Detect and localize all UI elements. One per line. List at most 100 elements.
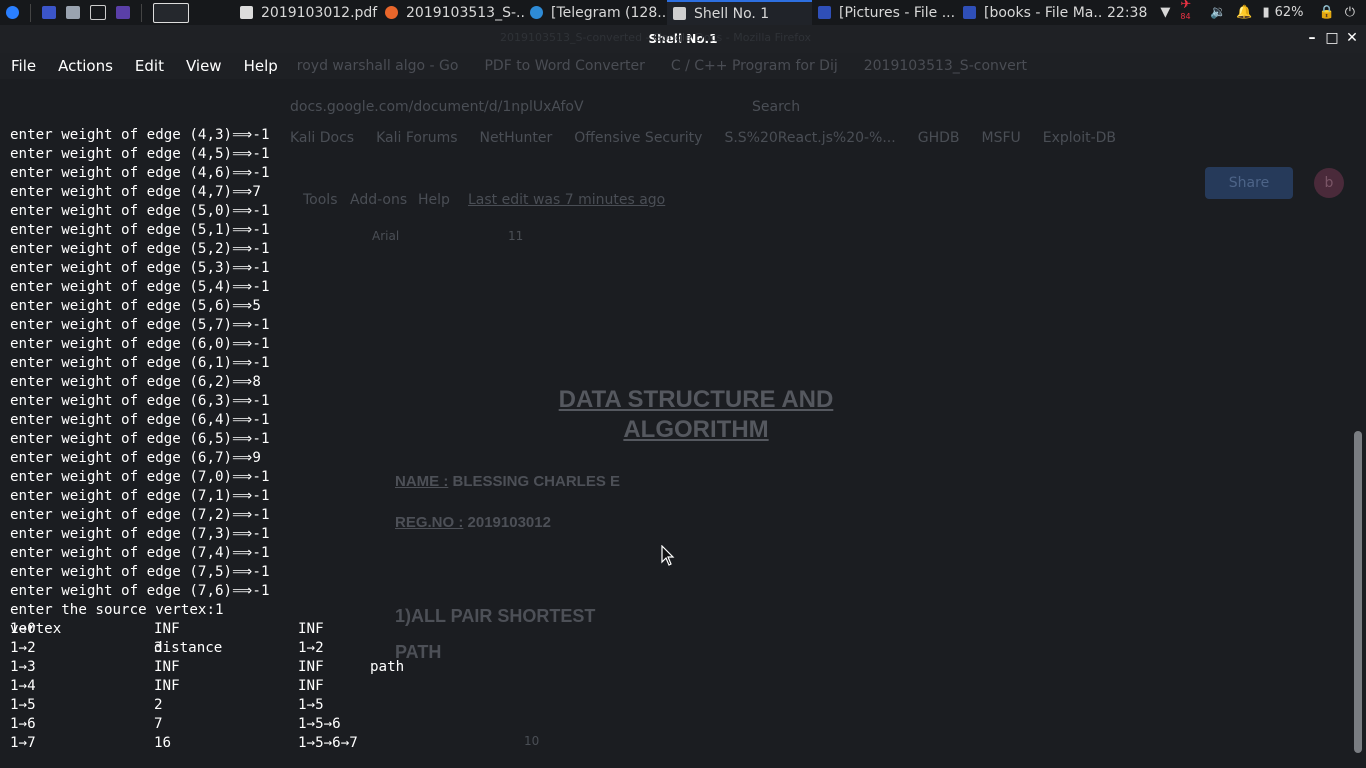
table-row: 1→0 INF INF [10,620,510,639]
terminal-line: enter weight of edge (7,2)⟹-1 [10,507,270,523]
table-row: 1→4 INF INF [10,677,510,696]
terminal-line: enter weight of edge (4,3)⟹-1 [10,127,270,143]
terminal-lines: enter weight of edge (4,3)⟹-1 enter weigh… [10,126,1340,620]
terminal-line: enter weight of edge (5,7)⟹-1 [10,317,270,333]
cell-vertex: 1→5 [10,697,36,713]
telegram-tray-icon[interactable]: ✈84 [1180,0,1200,28]
terminal-line: enter weight of edge (5,2)⟹-1 [10,241,270,257]
taskbar-item[interactable]: Shell No. 1 [667,0,812,25]
cell-distance: INF [154,621,180,637]
notification-badge: 84 [1180,11,1191,21]
volume-icon[interactable]: 🔉 [1210,5,1226,20]
panel-separator [141,3,142,22]
cell-vertex: 1→0 [10,621,36,637]
minimize-icon[interactable]: – [1302,30,1322,46]
cell-path: 1→5→6→7 [298,735,358,751]
ghost-tab: C / C++ Program for Dij [670,58,838,74]
cell-vertex: 1→6 [10,716,36,732]
ghost-tab: 2019103513_S-convert [863,58,1028,74]
cell-vertex: 1→4 [10,678,36,694]
terminal-line: enter weight of edge (5,3)⟹-1 [10,260,270,276]
terminal-line: enter weight of edge (6,5)⟹-1 [10,431,270,447]
background-window-title: 2019103513_S-converted - Google Docs - M… [500,31,812,44]
taskbar-item-label: [books - File Ma... [984,4,1102,21]
file-manager-icon[interactable] [66,6,80,19]
ghost-tab: royd warshall algo - Go [296,58,459,74]
browser-launcher-icon[interactable] [116,6,130,19]
terminal-line: enter weight of edge (4,6)⟹-1 [10,165,270,181]
cell-distance: 3 [154,640,163,656]
menu-help[interactable]: Help [233,57,289,75]
terminal-line: enter weight of edge (6,2)⟹8 [10,374,261,390]
folder-icon [818,6,831,19]
maximize-icon[interactable]: □ [1322,30,1342,46]
taskbar-item[interactable]: 2019103012.pdf [234,0,379,25]
bell-icon[interactable]: 🔔 [1236,5,1252,20]
taskbar-item-label: 2019103012.pdf [261,4,378,21]
cell-distance: INF [154,659,180,675]
terminal-line: enter weight of edge (7,5)⟹-1 [10,564,270,580]
kali-menu-icon[interactable] [6,6,19,19]
terminal-line: enter weight of edge (6,7)⟹9 [10,450,261,466]
table-row: 1→6 7 1→5→6 [10,715,510,734]
terminal-launcher-icon[interactable] [90,5,106,20]
cell-vertex: 1→2 [10,640,36,656]
terminal-scrollbar[interactable] [1354,431,1362,753]
taskbar: 2019103012.pdf 2019103513_S-... [Telegram … [234,0,1102,25]
terminal-line: enter weight of edge (5,4)⟹-1 [10,279,270,295]
cell-path: 1→2 [298,640,324,656]
menu-actions[interactable]: Actions [47,57,124,75]
power-icon[interactable]: ⏻ [1345,5,1355,20]
taskbar-item-label: [Telegram (128... [551,4,667,21]
wifi-icon[interactable]: ▼ [1160,5,1170,20]
terminal-line: enter weight of edge (7,0)⟹-1 [10,469,270,485]
table-row: 1→2 3 1→2 [10,639,510,658]
window-titlebar[interactable]: 2019103513_S-converted - Google Docs - M… [0,25,1366,53]
firefox-icon [385,6,398,19]
table-row: 1→5 2 1→5 [10,696,510,715]
cell-distance: 2 [154,697,163,713]
active-terminal-icon[interactable] [153,2,189,23]
taskbar-item[interactable]: [Telegram (128... [524,0,667,25]
terminal-line: enter weight of edge (5,0)⟹-1 [10,203,270,219]
taskbar-item[interactable]: [Pictures - File ... [812,0,957,25]
terminal-line: enter weight of edge (7,1)⟹-1 [10,488,270,504]
menu-view[interactable]: View [175,57,233,75]
table-row: 1→3 INF INF [10,658,510,677]
taskbar-item-label: Shell No. 1 [694,5,770,22]
taskbar-item[interactable]: [books - File Ma... [957,0,1102,25]
battery-icon[interactable]: ▮ 62% [1262,5,1308,20]
terminal-line: enter weight of edge (4,5)⟹-1 [10,146,270,162]
clock[interactable]: 22:38 [1107,5,1147,21]
menu-edit[interactable]: Edit [124,57,175,75]
taskbar-item-label: 2019103513_S-... [406,4,524,21]
cell-path: INF [298,659,324,675]
taskbar-item-label: [Pictures - File ... [839,4,956,21]
lock-icon[interactable]: 🔒 [1319,5,1335,20]
cell-distance: INF [154,678,180,694]
terminal-line: enter weight of edge (6,3)⟹-1 [10,393,270,409]
table-row: 1→7 16 1→5→6→7 [10,734,510,753]
close-icon[interactable]: ✕ [1342,30,1362,46]
folder-icon [963,6,976,19]
menu-file[interactable]: File [0,57,47,75]
terminal-line: enter weight of edge (7,6)⟹-1 [10,583,270,599]
mouse-pointer-icon [661,545,675,566]
cell-distance: 7 [154,716,163,732]
terminal-line: enter weight of edge (7,3)⟹-1 [10,526,270,542]
taskbar-item[interactable]: 2019103513_S-... [379,0,524,25]
menu-bar: File Actions Edit View Help royd warshal… [0,53,1366,79]
cell-path: 1→5→6 [298,716,341,732]
result-table-header: vertex distance path [10,601,510,675]
terminal-output[interactable]: enter weight of edge (4,3)⟹-1 enter weigh… [10,88,1340,758]
background-browser-tabs: royd warshall algo - Go PDF to Word Conv… [297,58,1053,74]
show-desktop-icon[interactable] [42,6,56,19]
system-tray: 22:38 ▼ ✈84 🔉 🔔 ▮ 62% 🔒 ⏻ [1102,0,1366,25]
terminal-line: enter weight of edge (6,4)⟹-1 [10,412,270,428]
terminal-line: enter weight of edge (6,0)⟹-1 [10,336,270,352]
top-panel: 2019103012.pdf 2019103513_S-... [Telegram … [0,0,1366,25]
window-controls: – □ ✕ [1302,30,1362,46]
terminal-icon [673,7,686,20]
cell-distance: 16 [154,735,172,751]
ghost-tab: PDF to Word Converter [484,58,645,74]
